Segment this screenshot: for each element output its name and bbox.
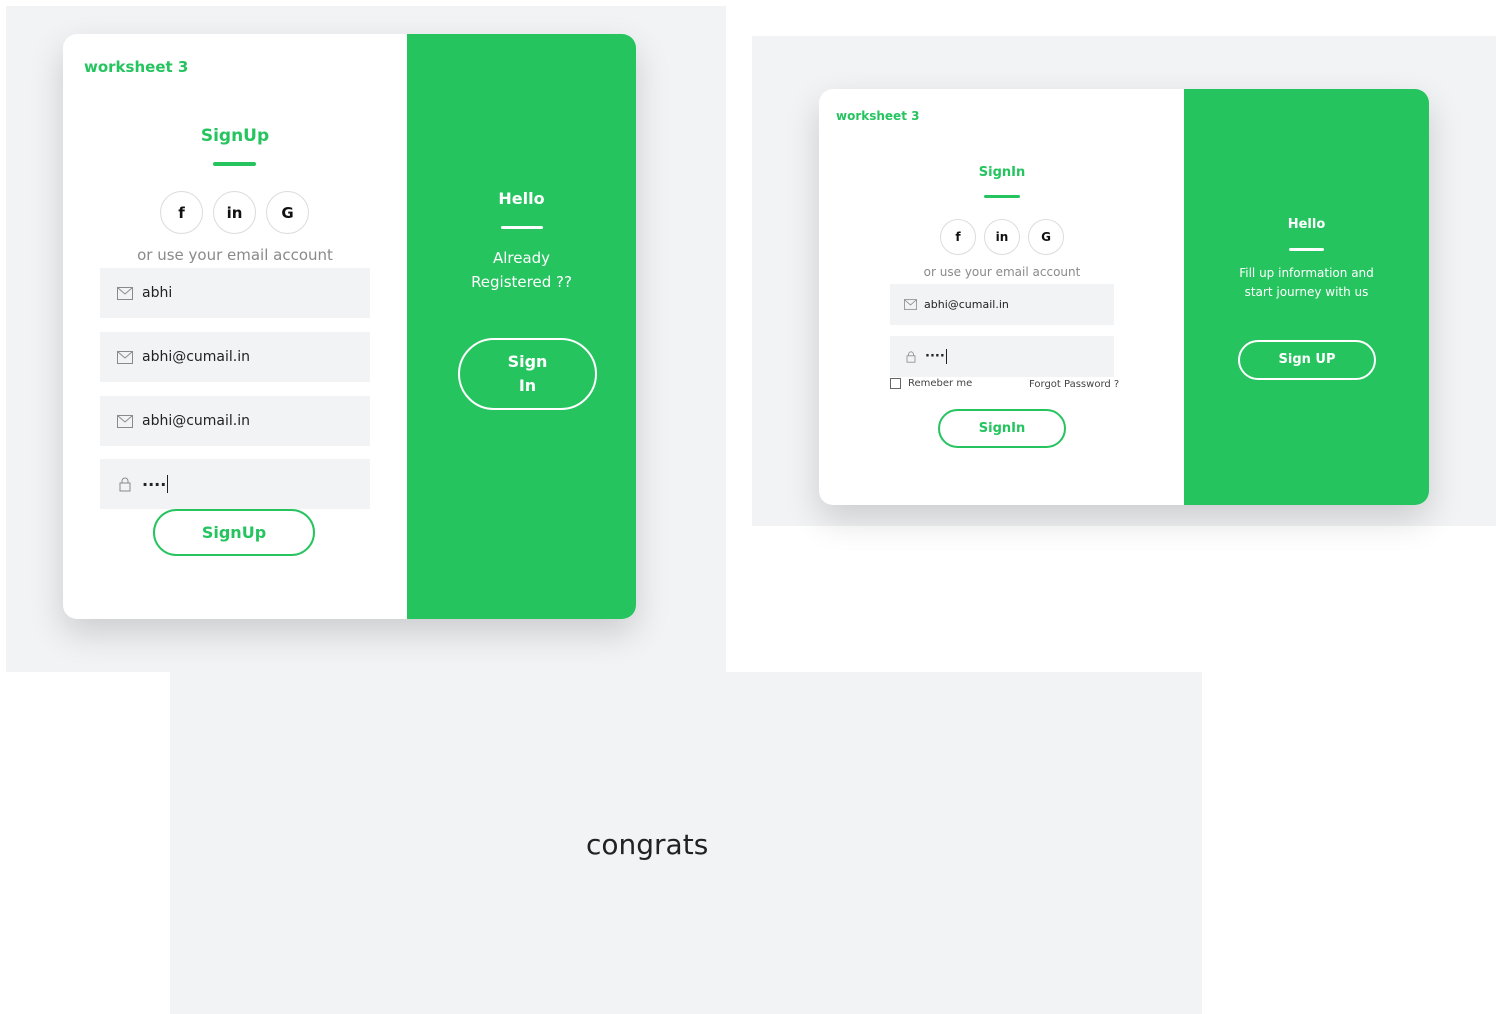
field-value: abhi@cumail.in (142, 349, 251, 365)
remember-me-label: Remeber me (908, 378, 973, 389)
side-text-line1: Fill up information and (1239, 266, 1374, 280)
signin-title-underline (984, 195, 1020, 198)
signin-password-field[interactable]: ···· (890, 336, 1114, 377)
side-text-line2: start journey with us (1244, 285, 1369, 300)
signin-title: SignIn (978, 165, 1026, 180)
button-line1: Sign (507, 352, 548, 371)
password-dots: ···· (925, 349, 945, 364)
signup-email-confirm-field[interactable]: abhi@cumail.in (100, 396, 370, 446)
field-value: abhi@cumail.in (924, 298, 1009, 311)
google-icon[interactable]: G (266, 191, 309, 234)
side-text-line1: Already (492, 249, 551, 267)
remember-me-checkbox[interactable] (890, 378, 901, 389)
mail-icon (117, 286, 133, 300)
side-hello-title: Hello (498, 189, 545, 208)
signin-social-row: f in G (940, 219, 1064, 255)
button-line2: In (518, 376, 537, 395)
side-text: Fill up information and start journey wi… (1184, 264, 1429, 302)
signup-password-field[interactable]: ···· (100, 459, 370, 509)
signin-hint: or use your email account (923, 265, 1081, 279)
google-icon[interactable]: G (1028, 219, 1064, 255)
signup-title-underline (213, 162, 256, 166)
text-caret (167, 475, 169, 493)
signup-switch-button[interactable]: Sign UP (1238, 340, 1376, 380)
signup-button[interactable]: SignUp (153, 509, 315, 556)
password-dots: ···· (142, 474, 167, 494)
mail-icon (117, 350, 133, 364)
remember-me-row[interactable]: Remeber me (890, 378, 972, 389)
lock-icon (906, 350, 916, 363)
side-hello-title: Hello (1287, 217, 1326, 232)
signin-side-panel: Hello Fill up information and start jour… (1184, 89, 1429, 505)
facebook-icon[interactable]: f (940, 219, 976, 255)
congrats-message: congrats (586, 828, 709, 861)
side-title-underline (501, 226, 543, 229)
signin-button[interactable]: SignIn (938, 409, 1066, 448)
brand-logo: worksheet 3 (836, 109, 920, 123)
mail-icon (904, 299, 917, 310)
field-value: abhi (142, 285, 173, 301)
facebook-icon[interactable]: f (160, 191, 203, 234)
side-text: Already Registered ?? (407, 246, 636, 294)
signin-switch-button[interactable]: Sign In (458, 338, 597, 410)
side-text-line2: Registered ?? (471, 273, 572, 291)
linkedin-icon[interactable]: in (984, 219, 1020, 255)
linkedin-icon[interactable]: in (213, 191, 256, 234)
signup-side-panel: Hello Already Registered ?? Sign In (407, 34, 636, 619)
mail-icon (117, 414, 133, 428)
side-title-underline (1289, 248, 1324, 251)
text-caret (945, 349, 947, 364)
signin-email-field[interactable]: abhi@cumail.in (890, 284, 1114, 325)
signup-social-row: f in G (160, 191, 309, 234)
signup-hint: or use your email account (137, 246, 333, 264)
signup-name-field[interactable]: abhi (100, 268, 370, 318)
lock-icon (119, 477, 131, 492)
signup-title: SignUp (200, 126, 270, 146)
forgot-password-link[interactable]: Forgot Password ? (1029, 379, 1119, 390)
signup-email-field[interactable]: abhi@cumail.in (100, 332, 370, 382)
field-value: abhi@cumail.in (142, 413, 251, 429)
signin-card: worksheet 3 SignIn f in G or use your em… (819, 89, 1429, 505)
signup-card: worksheet 3 SignUp f in G or use your em… (63, 34, 636, 619)
brand-logo: worksheet 3 (84, 58, 189, 76)
